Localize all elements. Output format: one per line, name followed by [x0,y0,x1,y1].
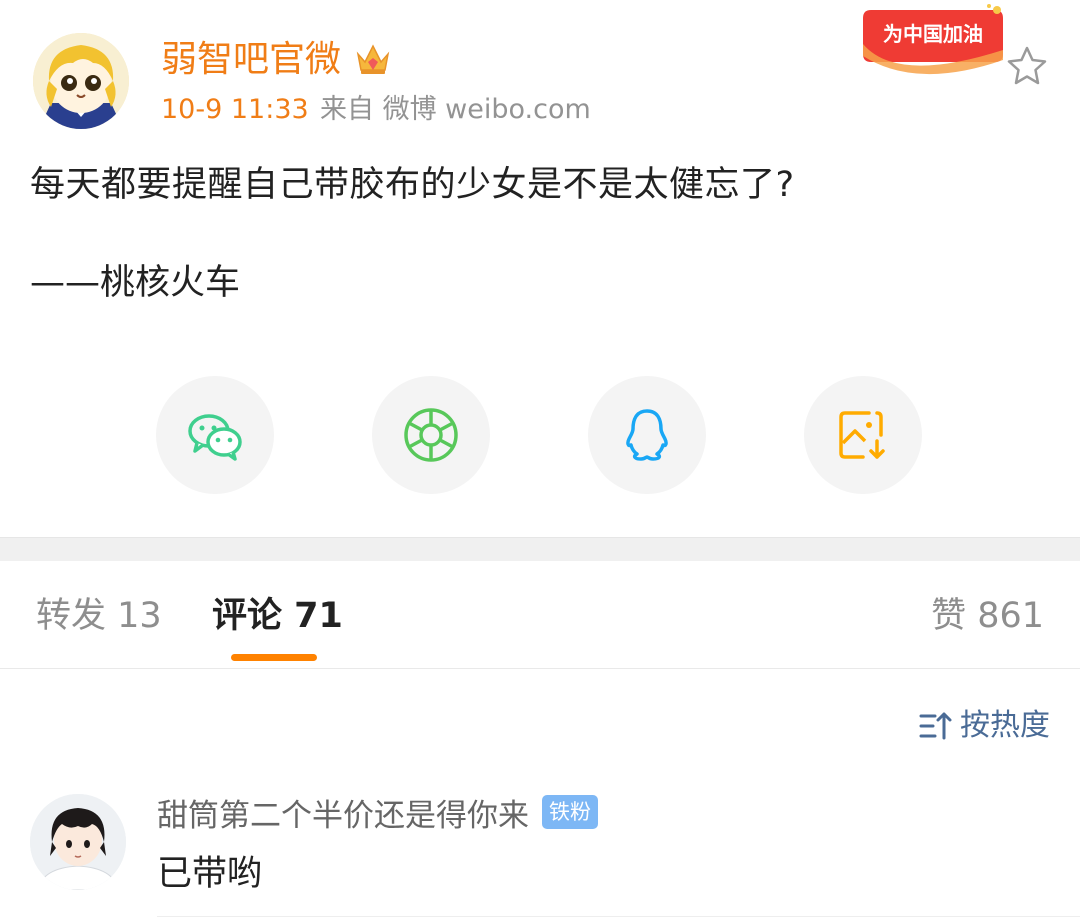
share-qq-button[interactable] [588,376,706,494]
cheer-china-badge[interactable]: 为中国加油 [857,4,1009,82]
save-image-icon [839,411,885,459]
qq-icon [626,409,668,461]
tab-comment[interactable]: 评论 71 [212,592,343,640]
section-divider [0,537,1080,561]
comment-username[interactable]: 甜筒第二个半价还是得你来 [157,794,529,838]
author-avatar[interactable] [33,33,129,129]
tab-repost[interactable]: 转发 13 [36,592,162,640]
active-tab-indicator [231,654,317,661]
sort-icon [919,712,952,740]
tab-likes[interactable]: 赞 861 [931,592,1044,640]
comment-divider [157,916,1080,917]
post-source: 来自 微博 weibo.com [320,94,591,125]
iron-fan-badge: 铁粉 [542,795,598,829]
moments-icon [404,408,458,462]
sort-by-hot-button[interactable]: 按热度 [918,704,1050,748]
cheer-badge-text: 为中国加油 [883,22,983,46]
wechat-icon [188,414,242,461]
post-text: 每天都要提醒自己带胶布的少女是不是太健忘了? [30,165,795,205]
share-wechat-button[interactable] [156,376,274,494]
tabs-divider [0,668,1080,669]
comment-avatar[interactable] [30,794,126,890]
author-name[interactable]: 弱智吧官微 [161,36,341,84]
share-moments-button[interactable] [372,376,490,494]
sort-label: 按热度 [960,708,1050,743]
post-attribution: ——桃核火车 [30,263,241,303]
post-timestamp: 10-9 11:33 [161,94,309,125]
save-image-button[interactable] [804,376,922,494]
crown-icon [354,40,392,78]
comment-text: 已带哟 [157,854,263,894]
favorite-star-icon[interactable] [1005,44,1049,88]
